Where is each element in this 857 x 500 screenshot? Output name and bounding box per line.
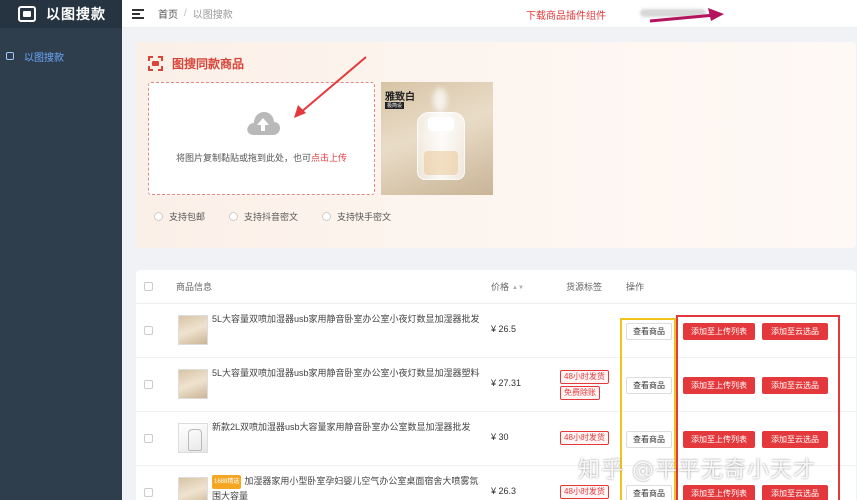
- dropzone-hint: 将图片复制黏贴或拖到此处，也可点击上传: [149, 151, 374, 164]
- option-kuaishou-cipher[interactable]: 支持快手密文: [322, 210, 391, 223]
- header-price[interactable]: 价格 ▲▼: [491, 280, 524, 293]
- tag-48h-shipping-badge: 48小时发货: [560, 431, 609, 445]
- annotation-arrow-icon: [294, 56, 367, 118]
- card-title: 图搜同款商品: [148, 55, 244, 72]
- top-header: 首页 / 以图搜款: [122, 0, 857, 28]
- breadcrumb-current: 以图搜款: [192, 10, 233, 21]
- product-thumbnail[interactable]: [178, 315, 208, 345]
- preview-subtitle: 极简设: [385, 102, 405, 109]
- filter-options: 支持包邮 支持抖音密文 支持快手密文: [154, 210, 401, 223]
- click-upload-link[interactable]: 点击上传: [311, 153, 347, 163]
- option-label: 支持包邮: [169, 212, 206, 222]
- sidebar-item-image-search[interactable]: 以图搜款: [0, 38, 122, 74]
- tag-48h-shipping-badge: 48小时发货: [560, 485, 609, 499]
- dropzone-hint-text: 将图片复制黏贴或拖到此处，也可: [175, 153, 311, 163]
- option-free-shipping[interactable]: 支持包邮: [154, 210, 205, 223]
- cloud-upload-icon: [247, 112, 280, 135]
- tag-free-badge: 免费除账: [560, 386, 600, 400]
- radio-icon: [322, 212, 332, 221]
- product-name[interactable]: 5L大容量双喷加湿器usb家用静音卧室办公室小夜灯数显加湿器批发: [212, 312, 482, 326]
- product-name[interactable]: 1688精选 加湿器家用小型卧室孕妇婴儿空气办公室桌面宿舍大喷雾氛围大容量: [212, 474, 482, 500]
- product-name[interactable]: 新款2L双喷加湿器usb大容量家用静音卧室办公室数显加湿器批发: [212, 420, 482, 434]
- scan-icon: [148, 56, 163, 71]
- menu-toggle-icon[interactable]: [132, 8, 144, 19]
- option-label: 支持快手密文: [337, 212, 392, 222]
- steam-image-detail: [433, 88, 447, 112]
- product-thumbnail[interactable]: [178, 369, 208, 399]
- humidifier-product-image: [417, 112, 465, 180]
- table-header-row: 商品信息 价格 ▲▼ 货源标签 操作: [136, 270, 856, 304]
- header-actions: 操作: [626, 282, 645, 292]
- row-checkbox[interactable]: [144, 380, 153, 389]
- radio-icon: [154, 212, 163, 221]
- tag-48h-shipping-badge: 48小时发货: [560, 370, 609, 384]
- option-douyin-cipher[interactable]: 支持抖音密文: [229, 210, 298, 223]
- sort-icon[interactable]: ▲▼: [512, 285, 524, 291]
- preview-title: 雅致白: [385, 92, 415, 103]
- header-product-info: 商品信息: [176, 282, 213, 292]
- sidebar-item-label: 以图搜款: [24, 52, 64, 64]
- watermark-text: 知乎 @平平无奇小天才: [578, 458, 816, 483]
- tag-1688-badge: 1688精选: [212, 475, 242, 489]
- uploaded-image-preview: 雅致白 极简设: [381, 82, 493, 195]
- row-checkbox[interactable]: [144, 434, 153, 443]
- header-source-tags: 货源标签: [566, 282, 603, 292]
- product-thumbnail[interactable]: [178, 423, 208, 453]
- product-price: ¥ 30: [491, 432, 509, 442]
- image-search-icon: [6, 52, 14, 60]
- option-label: 支持抖音密文: [244, 212, 299, 222]
- breadcrumb-home[interactable]: 首页: [158, 6, 178, 21]
- product-thumbnail[interactable]: [178, 477, 208, 500]
- app-logo-bar: 以图搜款: [0, 0, 122, 28]
- product-name[interactable]: 5L大容量双喷加湿器usb家用静音卧室办公室小夜灯数显加湿器塑料: [212, 366, 482, 380]
- annotation-arrow-icon: [649, 8, 724, 23]
- product-price: ¥ 27.31: [491, 378, 522, 388]
- row-checkbox[interactable]: [144, 488, 153, 497]
- sidebar: 以图搜款 以图搜款: [0, 0, 122, 500]
- row-checkbox[interactable]: [144, 326, 153, 335]
- image-search-card: 图搜同款商品 将图片复制黏贴或拖到此处，也可点击上传 雅致白 极简设 支持包邮 …: [136, 42, 856, 248]
- product-name-text: 加湿器家用小型卧室孕妇婴儿空气办公室桌面宿舍大喷雾氛围大容量: [212, 476, 479, 500]
- app-logo-icon: [18, 6, 36, 22]
- product-price: ¥ 26.3: [491, 486, 517, 496]
- header-price-label: 价格: [491, 282, 510, 292]
- product-price: ¥ 26.5: [491, 324, 517, 334]
- select-all-checkbox[interactable]: [144, 282, 153, 291]
- radio-icon: [229, 212, 239, 221]
- breadcrumb-separator: /: [184, 8, 187, 19]
- card-title-text: 图搜同款商品: [172, 57, 245, 71]
- app-title: 以图搜款: [46, 6, 106, 22]
